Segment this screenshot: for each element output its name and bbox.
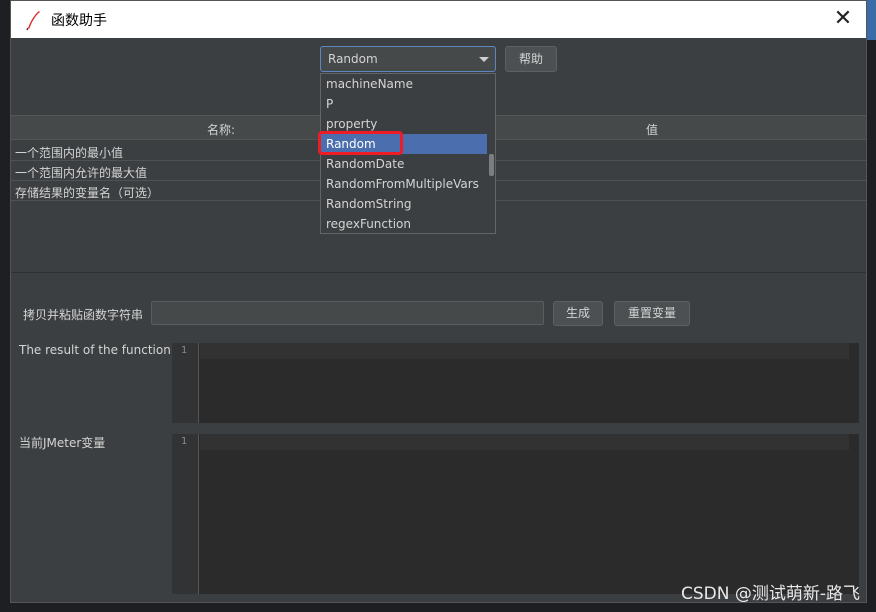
title-bar: 函数助手 ✕ xyxy=(11,1,866,38)
result-label: The result of the function is xyxy=(19,343,185,357)
line-number: 1 xyxy=(181,345,188,356)
jmeter-variables-label: 当前JMeter变量 xyxy=(19,436,106,450)
feather-icon xyxy=(21,8,45,32)
dropdown-item-selected[interactable]: Random xyxy=(321,134,487,154)
function-select[interactable]: Random xyxy=(320,46,496,72)
line-number: 1 xyxy=(181,436,188,447)
watermark: CSDN @测试萌新-路飞 xyxy=(680,584,860,604)
dropdown-item[interactable]: property xyxy=(321,114,487,134)
generate-button[interactable]: 生成 xyxy=(553,301,603,326)
dropdown-item[interactable]: RandomDate xyxy=(321,154,487,174)
column-header-value[interactable]: 值 xyxy=(646,121,658,138)
column-header-name[interactable]: 名称: xyxy=(207,121,235,138)
close-icon[interactable]: ✕ xyxy=(832,8,854,30)
current-line xyxy=(200,434,849,450)
function-select-value: Random xyxy=(328,52,378,66)
jmeter-variables-editor[interactable]: 1 xyxy=(172,434,859,594)
reset-variables-button[interactable]: 重置变量 xyxy=(614,301,690,326)
line-gutter: 1 xyxy=(172,434,199,594)
divider xyxy=(11,272,866,273)
function-dropdown-list[interactable]: machineName P property Random RandomDate… xyxy=(320,73,496,234)
background-left-strip xyxy=(0,0,10,612)
dropdown-item[interactable]: RandomString xyxy=(321,194,487,214)
chevron-down-icon[interactable] xyxy=(479,57,489,62)
current-line xyxy=(200,343,849,359)
table-cell-name: 一个范围内允许的最大值 xyxy=(15,166,148,180)
function-helper-dialog: 函数助手 ✕ Random 帮助 名称: 值 一个范围内的最小值 一个范围内允许… xyxy=(10,0,867,603)
dropdown-item[interactable]: RandomFromMultipleVars xyxy=(321,174,487,194)
dropdown-item[interactable]: P xyxy=(321,94,487,114)
line-gutter: 1 xyxy=(172,343,199,423)
result-editor[interactable]: 1 xyxy=(172,343,859,423)
copy-paste-label: 拷贝并粘贴函数字符串 xyxy=(23,308,144,322)
window-title: 函数助手 xyxy=(51,12,107,29)
function-string-input[interactable] xyxy=(151,301,544,325)
table-cell-name: 一个范围内的最小值 xyxy=(15,146,124,160)
help-button[interactable]: 帮助 xyxy=(505,46,557,72)
dropdown-item[interactable]: machineName xyxy=(321,74,487,94)
background-right-strip xyxy=(867,0,876,612)
background-accent xyxy=(867,0,876,40)
dropdown-item[interactable]: regexFunction xyxy=(321,214,487,233)
dropdown-scrollbar[interactable] xyxy=(489,154,494,176)
table-cell-name: 存储结果的变量名（可选） xyxy=(15,186,160,200)
